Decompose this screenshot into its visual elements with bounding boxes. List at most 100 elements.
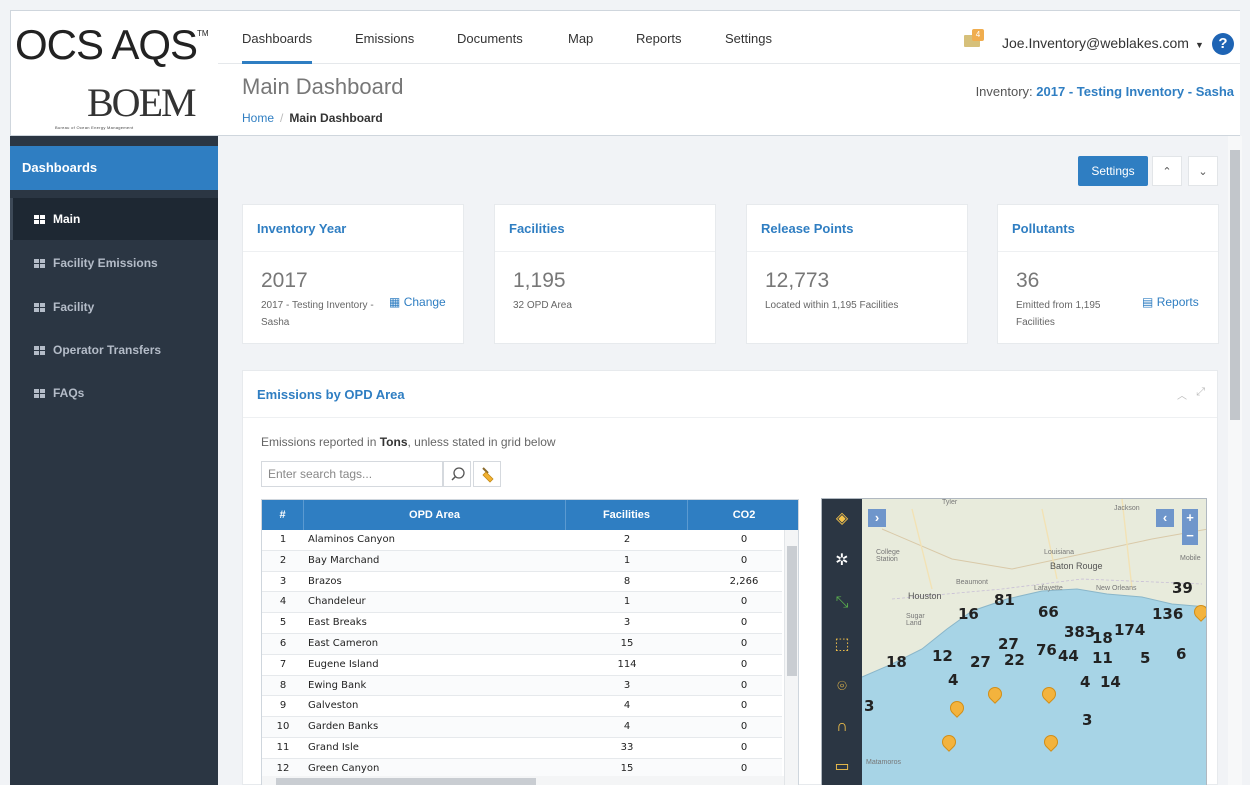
zoom-extent-icon[interactable]: ⤡ bbox=[828, 589, 856, 617]
layers-icon[interactable]: ◈ bbox=[828, 505, 856, 533]
search-tags-input[interactable] bbox=[261, 461, 443, 487]
col-header-number[interactable]: # bbox=[262, 500, 304, 530]
grid-icon bbox=[34, 303, 45, 312]
table-row[interactable]: 1 Alaminos Canyon 2 0 bbox=[262, 530, 782, 551]
map-cluster-count[interactable]: 16 bbox=[958, 605, 979, 623]
nav-settings[interactable]: Settings bbox=[725, 11, 772, 64]
table-row[interactable]: 9 Galveston 4 0 bbox=[262, 696, 782, 718]
map-cluster-count[interactable]: 14 bbox=[1100, 673, 1121, 691]
headset-icon[interactable]: ∩ bbox=[828, 713, 856, 741]
card-divider bbox=[243, 251, 463, 252]
inventory-link[interactable]: 2017 - Testing Inventory - Sasha bbox=[1036, 84, 1234, 99]
sidebar-item-facility-emissions[interactable]: Facility Emissions bbox=[10, 242, 218, 284]
trademark-mark: TM bbox=[197, 29, 209, 38]
scrollbar-thumb[interactable] bbox=[276, 778, 536, 785]
sidebar: Dashboards Main Facility Emissions Facil… bbox=[10, 136, 218, 785]
nav-documents[interactable]: Documents bbox=[457, 11, 523, 64]
table-row[interactable]: 10 Garden Banks 4 0 bbox=[262, 717, 782, 738]
zoom-out-button[interactable]: − bbox=[1182, 527, 1198, 545]
sidebar-item-main[interactable]: Main bbox=[10, 198, 218, 240]
select-pointer-icon[interactable]: ✲ bbox=[828, 547, 856, 575]
zoom-in-button[interactable]: + bbox=[1182, 509, 1198, 527]
map-cluster-count[interactable]: 4 bbox=[948, 671, 958, 689]
expand-toolbar-button[interactable]: › bbox=[868, 509, 886, 527]
zoom-box-icon[interactable]: ⬚ bbox=[828, 631, 856, 659]
map-cluster-count[interactable]: 81 bbox=[994, 591, 1015, 609]
map-cluster-count[interactable]: 3 bbox=[1082, 711, 1092, 729]
map-cluster-count[interactable]: 76 bbox=[1036, 641, 1057, 659]
map-cluster-count[interactable]: 22 bbox=[1004, 651, 1025, 669]
panel-divider bbox=[243, 417, 1217, 418]
scrollbar-thumb[interactable] bbox=[1230, 150, 1240, 420]
sidebar-header[interactable]: Dashboards bbox=[10, 146, 218, 190]
map-cluster-count[interactable]: 66 bbox=[1038, 603, 1059, 621]
reports-link[interactable]: ▤ Reports bbox=[1142, 295, 1199, 309]
map-cluster-count[interactable]: 27 bbox=[970, 653, 991, 671]
sidebar-item-faqs[interactable]: FAQs bbox=[10, 372, 218, 414]
nav-reports[interactable]: Reports bbox=[636, 11, 682, 64]
breadcrumb-home[interactable]: Home bbox=[242, 111, 274, 125]
broom-icon bbox=[482, 467, 494, 483]
card-divider bbox=[747, 251, 967, 252]
nav-dashboards[interactable]: Dashboards bbox=[242, 11, 313, 64]
map-cluster-count[interactable]: 383 bbox=[1064, 623, 1095, 641]
table-row[interactable]: 6 East Cameron 15 0 bbox=[262, 634, 782, 655]
scrollbar-thumb[interactable] bbox=[787, 546, 797, 676]
caret-down-icon[interactable]: ▼ bbox=[1195, 40, 1204, 50]
table-row[interactable]: 7 Eugene Island 114 0 bbox=[262, 655, 782, 676]
map-cluster-count[interactable]: 39 bbox=[1172, 579, 1193, 597]
map-cluster-count[interactable]: 12 bbox=[932, 647, 953, 665]
card-divider bbox=[998, 251, 1218, 252]
card-description: Emitted from 1,195 Facilities bbox=[1016, 300, 1101, 328]
map-cluster-count[interactable]: 4 bbox=[1080, 673, 1090, 691]
table-row[interactable]: 3 Brazos 8 2,266 bbox=[262, 572, 782, 593]
help-icon[interactable]: ? bbox=[1212, 33, 1234, 55]
clear-button[interactable] bbox=[473, 461, 501, 487]
facilities-card: Facilities 1,195 32 OPD Area bbox=[494, 204, 716, 344]
table-row[interactable]: 11 Grand Isle 33 0 bbox=[262, 738, 782, 759]
map-cluster-count[interactable]: 3 bbox=[864, 697, 874, 715]
nav-emissions[interactable]: Emissions bbox=[355, 11, 414, 64]
settings-button[interactable]: Settings bbox=[1078, 156, 1148, 186]
fullscreen-icon[interactable]: ⤢ bbox=[1196, 386, 1205, 399]
document-icon: ▤ bbox=[1142, 295, 1154, 309]
map-cluster-count[interactable]: 174 bbox=[1114, 621, 1145, 639]
table-row[interactable]: 8 Ewing Bank 3 0 bbox=[262, 675, 782, 697]
map-cluster-count[interactable]: 11 bbox=[1092, 649, 1113, 667]
collapse-panel-button[interactable]: ‹ bbox=[1156, 509, 1174, 527]
inventory-year-card: Inventory Year 2017 2017 - Testing Inven… bbox=[242, 204, 464, 344]
table-row[interactable]: 5 East Breaks 3 0 bbox=[262, 613, 782, 634]
grid-vertical-scrollbar[interactable] bbox=[784, 530, 798, 785]
sidebar-item-operator-transfers[interactable]: Operator Transfers bbox=[10, 329, 218, 371]
map-city-label: Beaumont bbox=[956, 579, 988, 586]
col-header-opd-area[interactable]: OPD Area bbox=[304, 500, 566, 530]
ruler-icon[interactable]: ▭ bbox=[828, 753, 856, 781]
map-cluster-count[interactable]: 6 bbox=[1176, 645, 1186, 663]
nav-map[interactable]: Map bbox=[568, 11, 593, 64]
table-row[interactable]: 4 Chandeleur 1 0 bbox=[262, 592, 782, 614]
change-label: Change bbox=[403, 295, 446, 309]
map-city-label: Sugar Land bbox=[906, 613, 925, 627]
collapse-panel-icon[interactable]: ︿ bbox=[1177, 387, 1187, 402]
map-city-label: Houston bbox=[908, 591, 942, 601]
map-cluster-count[interactable]: 18 bbox=[886, 653, 907, 671]
table-row[interactable]: 2 Bay Marchand 1 0 bbox=[262, 550, 782, 572]
col-header-co2[interactable]: CO2 bbox=[688, 500, 798, 530]
map-cluster-count[interactable]: 18 bbox=[1092, 629, 1113, 647]
grid-horizontal-scrollbar[interactable] bbox=[262, 776, 784, 785]
note-suffix: , unless stated in grid below bbox=[407, 435, 556, 449]
page-scrollbar[interactable] bbox=[1228, 136, 1242, 785]
sidebar-item-facility[interactable]: Facility bbox=[10, 286, 218, 328]
map-cluster-count[interactable]: 5 bbox=[1140, 649, 1150, 667]
expand-all-icon[interactable]: ⌄ bbox=[1188, 156, 1218, 186]
search-button[interactable] bbox=[443, 461, 471, 487]
col-header-facilities[interactable]: Facilities bbox=[566, 500, 688, 530]
location-pin-icon[interactable]: ⌾ bbox=[828, 673, 856, 701]
change-link[interactable]: ▦ Change bbox=[389, 295, 446, 309]
collapse-all-icon[interactable]: ⌃ bbox=[1152, 156, 1182, 186]
map-cluster-count[interactable]: 136 bbox=[1152, 605, 1183, 623]
emissions-map[interactable]: Tyler Jackson College Station Louisiana … bbox=[821, 498, 1207, 785]
note-prefix: Emissions reported in bbox=[261, 435, 380, 449]
reports-label: Reports bbox=[1156, 295, 1199, 309]
map-cluster-count[interactable]: 44 bbox=[1058, 647, 1079, 665]
